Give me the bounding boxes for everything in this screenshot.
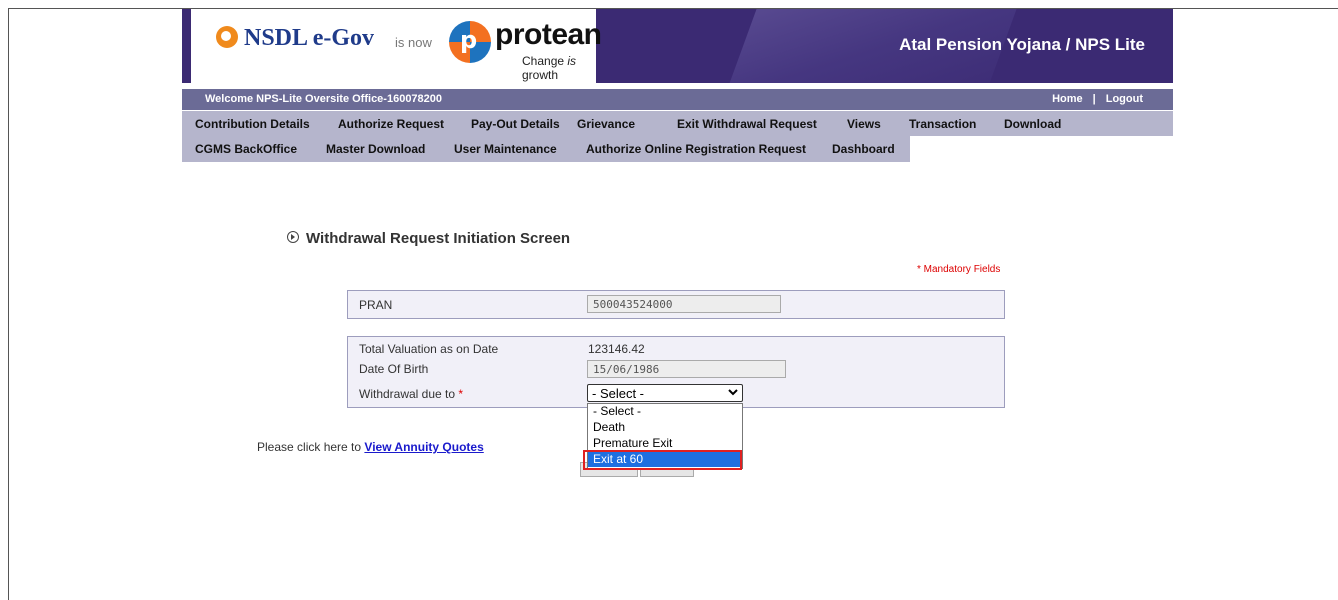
top-links: Home | Logout <box>1052 93 1143 105</box>
welcome-bar: Welcome NPS-Lite Oversite Office-1600782… <box>182 89 1173 110</box>
pran-panel: PRAN 500043524000 <box>347 290 1005 319</box>
select-value: - Select - <box>592 386 645 401</box>
highlight-box <box>583 450 742 470</box>
nsdl-brand-text: NSDL e-Gov <box>244 25 375 51</box>
option-premature-exit[interactable]: Premature Exit <box>588 436 742 451</box>
nav-master-download[interactable]: Master Download <box>326 142 425 156</box>
nav-user-maintenance[interactable]: User Maintenance <box>454 142 557 156</box>
protean-brand-text: protean <box>495 18 602 51</box>
protean-logo-icon <box>449 21 491 63</box>
nav-download[interactable]: Download <box>1004 117 1061 131</box>
mandatory-fields-note: * Mandatory Fields <box>917 264 1001 275</box>
is-now-text: is now <box>395 35 432 50</box>
dob-field[interactable]: 15/06/1986 <box>587 360 786 378</box>
page-title-text: Withdrawal Request Initiation Screen <box>306 230 571 247</box>
nav-contribution-details[interactable]: Contribution Details <box>195 117 310 131</box>
protean-tagline: Change is growth <box>522 54 577 82</box>
option-select[interactable]: - Select - <box>588 404 742 419</box>
annuity-quotes-text: Please click here to View Annuity Quotes <box>257 440 484 454</box>
nav-cgms-backoffice[interactable]: CGMS BackOffice <box>195 142 297 156</box>
pran-label: PRAN <box>359 298 393 312</box>
welcome-text: Welcome NPS-Lite Oversite Office-1600782… <box>205 93 443 105</box>
option-death[interactable]: Death <box>588 420 742 435</box>
annuity-prefix: Please click here to <box>257 440 362 454</box>
site-title: Atal Pension Yojana / NPS Lite <box>899 35 1145 54</box>
nav-grievance[interactable]: Grievance <box>577 117 635 131</box>
site-header: NSDL e-Gov is now protean Change is grow… <box>182 9 1173 83</box>
logout-link[interactable]: Logout <box>1106 93 1143 105</box>
valuation-label: Total Valuation as on Date <box>359 342 499 356</box>
withdrawal-label-text: Withdrawal due to <box>359 387 456 401</box>
link-separator: | <box>1092 93 1096 105</box>
nsdl-logo: NSDL e-Gov <box>216 25 374 52</box>
chevron-down-icon <box>728 385 738 402</box>
withdrawal-label: Withdrawal due to * <box>359 387 463 401</box>
pran-field[interactable]: 500043524000 <box>587 295 781 313</box>
nav-authorize-online-registration[interactable]: Authorize Online Registration Request <box>586 142 806 156</box>
dob-label: Date Of Birth <box>359 362 429 376</box>
nav-transaction[interactable]: Transaction <box>909 117 976 131</box>
main-nav-row-1: Contribution Details Authorize Request P… <box>182 111 1173 136</box>
logo-area: NSDL e-Gov is now protean Change is grow… <box>191 9 602 83</box>
home-link[interactable]: Home <box>1052 93 1083 105</box>
arrow-circle-icon <box>287 231 299 243</box>
nsdl-logo-icon <box>216 26 238 48</box>
page-title: Withdrawal Request Initiation Screen <box>287 230 570 247</box>
nav-dashboard[interactable]: Dashboard <box>832 142 895 156</box>
view-annuity-quotes-link[interactable]: View Annuity Quotes <box>364 440 483 454</box>
withdrawal-reason-select[interactable]: - Select - <box>587 384 743 402</box>
nav-exit-withdrawal-request[interactable]: Exit Withdrawal Request <box>677 117 817 131</box>
nav-authorize-request[interactable]: Authorize Request <box>338 117 444 131</box>
nav-pay-out-details[interactable]: Pay-Out Details <box>471 117 560 131</box>
main-nav-row-2: CGMS BackOffice Master Download User Mai… <box>182 136 910 162</box>
nav-views[interactable]: Views <box>847 117 881 131</box>
required-mark: * <box>458 387 464 401</box>
valuation-value: 123146.42 <box>588 342 645 356</box>
